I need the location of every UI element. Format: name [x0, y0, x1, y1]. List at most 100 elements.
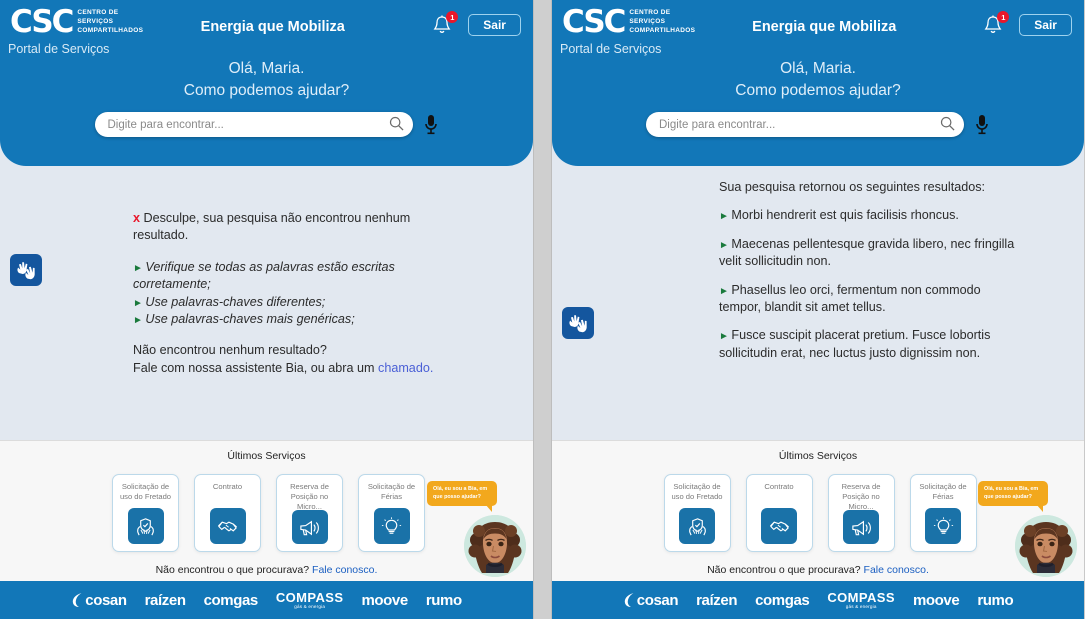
csc-logo[interactable]: CSC CENTRO DE SERVIÇOS COMPARTILHADOS	[562, 7, 695, 38]
search-box[interactable]	[646, 112, 964, 137]
sign-language-accessibility-icon[interactable]	[10, 254, 42, 286]
service-card[interactable]: Contrato	[745, 474, 813, 552]
sign-language-accessibility-icon[interactable]	[562, 307, 594, 339]
greeting-line-2: Como podemos ajudar?	[183, 82, 350, 99]
microphone-icon[interactable]	[974, 113, 990, 137]
service-card[interactable]: Solicitação de Férias	[358, 474, 425, 552]
latest-services-title: Últimos Serviços	[227, 450, 306, 462]
results-message: Sua pesquisa retornou os seguintes resul…	[719, 179, 1019, 362]
panel-divider	[533, 0, 552, 619]
logo-wordmark: CSC	[562, 4, 626, 40]
latest-services-section: Últimos Serviços Solicitação de uso do F…	[0, 440, 533, 581]
no-results-message: x Desculpe, sua pesquisa não encontrou n…	[133, 210, 463, 377]
contact-us-link[interactable]: Fale conosco.	[312, 564, 377, 576]
brand-logo-label: cosan	[636, 591, 679, 609]
service-card[interactable]: Solicitação de uso do Fretado	[112, 474, 179, 552]
assistant-cta-line: Fale com nossa assistente Bia, ou abra u…	[133, 360, 463, 377]
hands-shield-icon	[679, 508, 715, 544]
search-row	[552, 112, 1084, 137]
logo-subtitle: CENTRO DE SERVIÇOS COMPARTILHADOS	[629, 9, 695, 35]
result-item[interactable]: ► Phasellus leo orci, fermentum non comm…	[719, 282, 1019, 317]
bia-assistant-widget[interactable]: Olá, eu sou a Bia, em que posso ajudar?	[978, 481, 1082, 577]
megaphone-icon	[291, 510, 328, 544]
result-item[interactable]: ► Morbi hendrerit est quis facilisis rho…	[719, 207, 1019, 224]
service-card[interactable]: Solicitação de Férias	[909, 474, 977, 552]
panel-no-results: CSC CENTRO DE SERVIÇOS COMPARTILHADOS En…	[0, 0, 533, 619]
search-icon[interactable]	[389, 116, 404, 136]
service-card-label: Reserva de Posição no Micro...	[841, 482, 881, 512]
logout-button[interactable]: Sair	[468, 14, 521, 36]
contact-us-text: Não encontrou o que procurava?	[707, 564, 864, 576]
brand-logo-cosan[interactable]: cosan	[623, 591, 679, 609]
search-tip-item: ► Verifique se todas as palavras estão e…	[133, 259, 463, 294]
page-header: CSC CENTRO DE SERVIÇOS COMPARTILHADOS En…	[0, 0, 533, 166]
top-bar: CSC CENTRO DE SERVIÇOS COMPARTILHADOS En…	[0, 0, 533, 46]
bia-assistant-avatar[interactable]	[464, 515, 526, 577]
microphone-icon[interactable]	[423, 113, 439, 137]
result-item[interactable]: ► Maecenas pellentesque gravida libero, …	[719, 236, 1019, 271]
logout-button[interactable]: Sair	[1019, 14, 1072, 36]
search-input[interactable]	[646, 112, 964, 137]
service-card-label: Solicitação de Férias	[919, 482, 967, 502]
service-card-label: Solicitação de uso do Fretado	[671, 482, 723, 502]
brand-logo-compass[interactable]: COMPASS gás & energia	[276, 591, 344, 610]
service-card-label: Contrato	[764, 482, 794, 491]
service-card[interactable]: Solicitação de uso do Fretado	[663, 474, 731, 552]
brand-logo-label: COMPASS	[827, 589, 895, 605]
megaphone-icon	[843, 510, 879, 544]
service-card[interactable]: Reserva de Posição no Micro...	[827, 474, 895, 552]
brand-footer: cosan raízen comgas COMPASS gás & energi…	[0, 581, 533, 619]
cosan-swoosh-icon	[73, 593, 82, 607]
notifications-button[interactable]: 1	[983, 11, 1010, 36]
bullet-arrow-icon: ►	[719, 211, 729, 223]
result-item-text: Phasellus leo orci, fermentum non commod…	[719, 282, 981, 314]
latest-services-section: Últimos Serviços Solicitação de uso do F…	[552, 440, 1084, 581]
bia-assistant-avatar[interactable]	[1015, 515, 1077, 577]
notification-badge: 1	[446, 11, 459, 23]
csc-logo[interactable]: CSC CENTRO DE SERVIÇOS COMPARTILHADOS	[10, 7, 143, 38]
brand-logo-compass[interactable]: COMPASS gás & energia	[827, 591, 895, 610]
open-ticket-link[interactable]: chamado.	[378, 361, 433, 375]
notifications-button[interactable]: 1	[432, 11, 459, 36]
search-box[interactable]	[94, 112, 413, 137]
brand-logo-raizen[interactable]: raízen	[696, 592, 737, 609]
brand-logo-raizen[interactable]: raízen	[145, 592, 186, 609]
bullet-arrow-icon: ►	[133, 262, 143, 274]
search-tip-item: ► Use palavras-chaves diferentes;	[133, 294, 463, 311]
bia-chat-bubble[interactable]: Olá, eu sou a Bia, em que posso ajudar?	[427, 481, 497, 513]
brand-tagline: Energia que Mobiliza	[752, 19, 897, 35]
brand-logo-sublabel: gás & energia	[294, 603, 326, 609]
search-input[interactable]	[94, 112, 413, 137]
brand-logo-comgas[interactable]: comgas	[204, 592, 259, 609]
logo-subtitle-line-2: SERVIÇOS	[629, 18, 666, 26]
logo-subtitle-line-2: SERVIÇOS	[77, 18, 114, 26]
search-icon[interactable]	[940, 116, 955, 136]
greeting-line-2: Como podemos ajudar?	[735, 82, 901, 99]
logo-subtitle-line-1: CENTRO DE	[77, 9, 119, 17]
search-tip-text: Use palavras-chaves mais genéricas;	[145, 311, 355, 326]
brand-logo-label: cosan	[85, 591, 127, 609]
brand-logo-cosan[interactable]: cosan	[71, 591, 127, 609]
service-card[interactable]: Contrato	[194, 474, 261, 552]
greeting-block: Olá, Maria. Como podemos ajudar?	[0, 58, 533, 102]
brand-logo-moove[interactable]: moove	[913, 592, 960, 609]
panel-with-results: CSC CENTRO DE SERVIÇOS COMPARTILHADOS En…	[552, 0, 1084, 619]
assistant-cta-text: Fale com nossa assistente Bia, ou abra u…	[133, 360, 379, 375]
service-card[interactable]: Reserva de Posição no Micro...	[276, 474, 343, 552]
latest-services-title: Últimos Serviços	[778, 450, 858, 462]
search-row	[0, 112, 533, 137]
handshake-icon	[209, 508, 246, 544]
result-item[interactable]: ► Fusce suscipit placerat pretium. Fusce…	[719, 327, 1019, 362]
error-text: Desculpe, sua pesquisa não encontrou nen…	[133, 211, 411, 243]
brand-logo-moove[interactable]: moove	[361, 592, 408, 609]
hands-shield-icon	[127, 508, 164, 544]
contact-us-link[interactable]: Fale conosco.	[864, 564, 929, 576]
lightbulb-icon	[373, 508, 410, 544]
brand-logo-comgas[interactable]: comgas	[755, 592, 810, 609]
bia-chat-bubble[interactable]: Olá, eu sou a Bia, em que posso ajudar?	[978, 481, 1048, 513]
greeting-line-1: Olá, Maria.	[780, 60, 856, 77]
bia-assistant-widget[interactable]: Olá, eu sou a Bia, em que posso ajudar?	[427, 481, 531, 577]
results-content-area: x Desculpe, sua pesquisa não encontrou n…	[0, 166, 533, 440]
brand-logo-rumo[interactable]: rumo	[426, 592, 462, 609]
brand-logo-rumo[interactable]: rumo	[977, 592, 1013, 609]
